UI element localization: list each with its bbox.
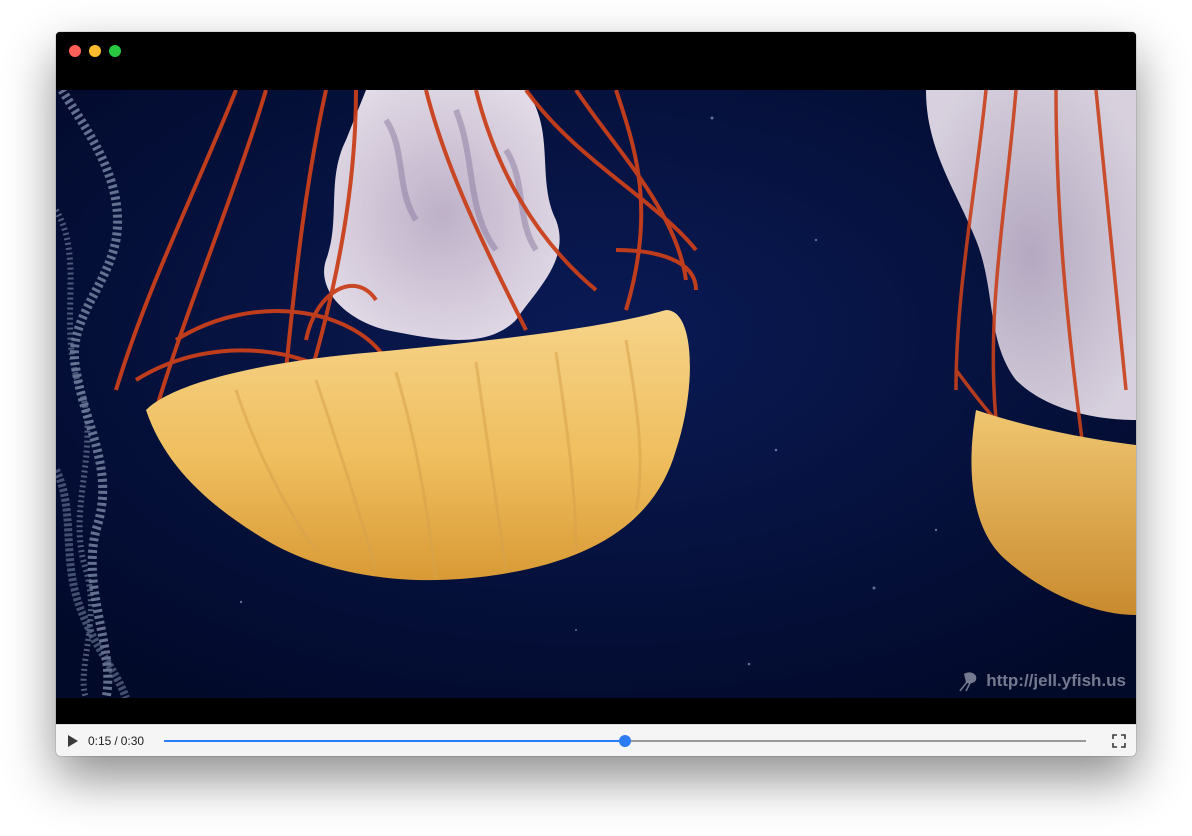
- player-controls: 0:15/0:30: [56, 724, 1136, 756]
- time-separator: /: [114, 734, 118, 748]
- title-bar: [56, 32, 1136, 90]
- time-display: 0:15/0:30: [88, 733, 144, 749]
- fullscreen-button[interactable]: [1112, 734, 1126, 748]
- seek-bar-progress: [164, 740, 625, 742]
- letterbox-bar: [56, 698, 1136, 724]
- maximize-window-button[interactable]: [109, 45, 121, 57]
- watermark-text: http://jell.yfish.us: [986, 671, 1126, 690]
- jellyfish-logo-icon: [959, 672, 977, 692]
- play-icon: [68, 735, 78, 747]
- fullscreen-icon: [1112, 734, 1126, 748]
- video-player-window: http://jell.yfish.us 0:15/0:30: [56, 32, 1136, 756]
- video-frame[interactable]: http://jell.yfish.us: [56, 90, 1136, 698]
- jellyfish-video-image: [56, 90, 1136, 698]
- minimize-window-button[interactable]: [89, 45, 101, 57]
- current-time: 0:15: [88, 734, 112, 748]
- duration: 0:30: [120, 734, 145, 748]
- close-window-button[interactable]: [69, 45, 81, 57]
- seek-bar[interactable]: [164, 735, 1086, 747]
- play-button[interactable]: [66, 733, 80, 749]
- seek-bar-thumb[interactable]: [619, 735, 631, 747]
- watermark: http://jell.yfish.us: [958, 670, 1126, 692]
